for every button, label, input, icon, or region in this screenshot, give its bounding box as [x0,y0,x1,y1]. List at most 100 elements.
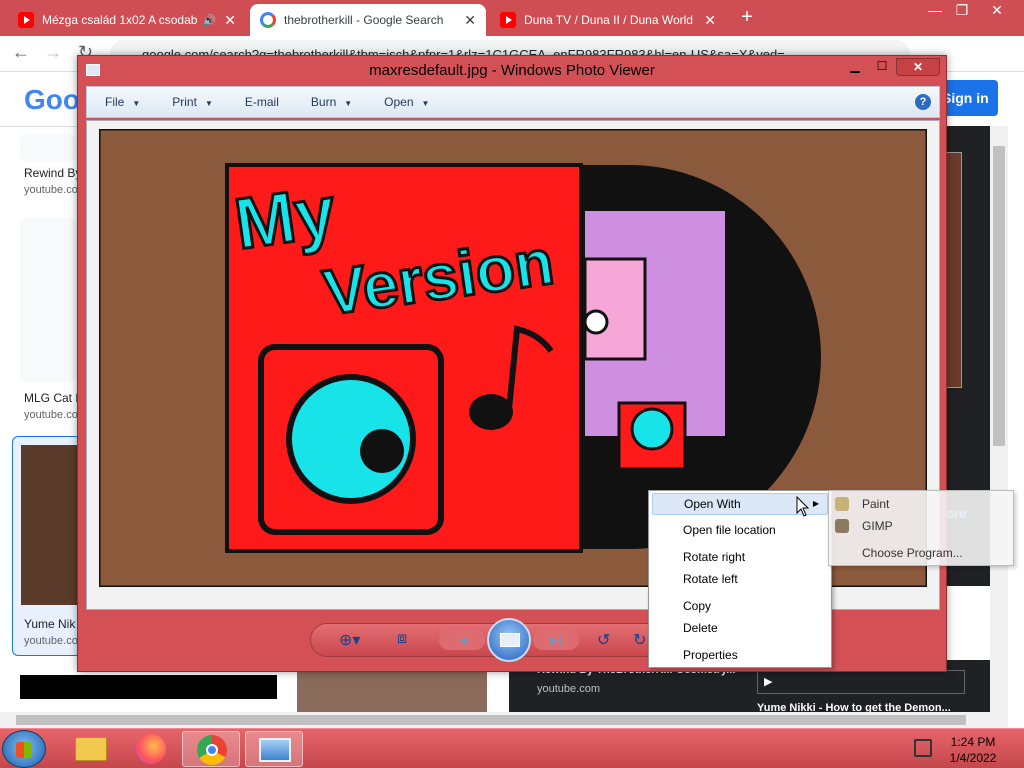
mouse-cursor-icon [796,496,810,517]
chrome-icon [197,735,227,765]
tab-duna-tv[interactable]: Duna TV / Duna II / Duna World ✕ [490,4,726,36]
menu-item-open-file-location[interactable]: Open file location [652,519,828,541]
submenu-item-choose-program[interactable]: Choose Program... [829,542,1013,564]
google-logo[interactable]: Goo [24,84,80,116]
taskbar-app-folder[interactable] [62,731,120,767]
slideshow-icon [500,633,520,647]
forward-icon[interactable]: → [44,42,62,63]
caret-down-icon: ▼ [204,99,213,108]
result-source: youtube.co [24,409,78,421]
result-thumbnail[interactable] [20,134,76,162]
viewer-toolbar: ⊕▾ ⧈ |◀ ▶| ↺ ↻ [310,618,694,662]
tab-title: Mézga család 1x02 A csodab [42,13,198,27]
menu-burn[interactable]: Burn ▼ [293,95,366,109]
menu-open[interactable]: Open ▼ [366,95,443,109]
viewer-menu-bar: File ▼ Print ▼ E-mail Burn ▼ Open ▼ ? [86,86,940,118]
result-thumbnail [21,445,83,605]
submenu-item-gimp[interactable]: GIMP [829,515,1013,537]
video-thumbnail[interactable]: ▶ [757,670,965,694]
menu-print[interactable]: Print ▼ [154,95,227,109]
result-title[interactable]: MLG Cat D [24,391,84,405]
caret-down-icon: ▼ [132,99,141,108]
submenu-arrow-icon: ▶ [812,499,819,508]
result-thumbnail[interactable] [20,218,76,382]
close-window-icon[interactable]: ✕ [982,2,1012,19]
menu-file[interactable]: File ▼ [87,95,154,109]
vertical-scrollbar[interactable] [990,126,1008,712]
result-thumbnail[interactable] [20,675,277,699]
clock-time: 1:24 PM [950,735,996,749]
close-tab-icon[interactable]: ✕ [464,12,476,29]
tab-title: thebrotherkill - Google Search [284,13,444,27]
window-title: maxresdefault.jpg - Windows Photo Viewer [369,62,655,79]
new-tab-button[interactable]: + [733,6,761,30]
slideshow-button[interactable] [487,618,531,662]
menu-email[interactable]: E-mail [227,95,293,109]
image-text-my: My [230,172,340,265]
taskbar-app-firefox[interactable] [122,731,180,767]
minimize-icon[interactable]: — [920,2,950,18]
submenu-label: GIMP [862,519,893,533]
caret-down-icon: ▼ [421,99,430,108]
clock-date: 1/4/2022 [949,751,997,765]
menu-label: Open [384,95,414,109]
photo-viewer-icon [259,738,291,762]
folder-icon [75,737,107,761]
menu-label: Print [172,95,197,109]
taskbar-app-chrome[interactable] [182,731,240,767]
menu-item-rotate-right[interactable]: Rotate right [652,546,828,568]
result-source: youtube.co [24,635,78,647]
submenu-label: Paint [862,497,890,511]
menu-item-properties[interactable]: Properties [652,644,828,666]
menu-item-delete[interactable]: Delete [652,617,828,639]
result-thumbnail[interactable] [297,672,487,712]
network-icon[interactable] [914,739,932,757]
zoom-icon[interactable]: ⊕▾ [339,630,360,650]
scroll-thumb[interactable] [16,715,966,725]
next-button[interactable]: ▶| [533,630,579,650]
paint-icon [835,497,849,511]
close-tab-icon[interactable]: ✕ [704,12,716,29]
maximize-icon[interactable]: ❐ [947,2,977,19]
tab-google-search[interactable]: thebrotherkill - Google Search ✕ [250,4,486,36]
youtube-icon [18,12,34,28]
back-icon[interactable]: ← [12,42,30,63]
tab-mezga-csalad[interactable]: Mézga család 1x02 A csodab 🔊 ✕ [8,4,246,36]
actual-size-icon[interactable]: ⧈ [397,630,407,648]
menu-item-rotate-left[interactable]: Rotate left [652,568,828,590]
previous-button[interactable]: |◀ [439,630,485,650]
menu-label: Burn [310,95,337,109]
gimp-icon [835,519,849,533]
result-title: Yume Nik [24,617,76,631]
horizontal-scrollbar[interactable] [0,712,1008,728]
menu-label: File [105,95,125,109]
menu-item-copy[interactable]: Copy [652,595,828,617]
tab-title: Duna TV / Duna II / Duna World [524,13,693,27]
system-clock[interactable]: 1:24 PM 1/4/2022 [940,734,1006,766]
open-with-submenu: Paint GIMP Choose Program... [828,490,1014,566]
google-icon [260,12,276,28]
taskbar: 1:24 PM 1/4/2022 [0,728,1024,768]
result-source: youtube.co [24,184,78,196]
scroll-thumb[interactable] [993,146,1005,446]
help-icon[interactable]: ? [915,94,931,110]
windows-logo-icon [16,742,32,758]
caret-down-icon: ▼ [344,99,353,108]
speaker-icon[interactable]: 🔊 [203,14,217,27]
maximize-icon[interactable]: ☐ [873,58,891,76]
start-button[interactable] [2,730,46,768]
rotate-right-icon[interactable]: ↻ [633,630,646,650]
close-button[interactable]: ✕ [896,58,940,76]
result-title[interactable]: Rewind By [24,166,81,180]
submenu-item-paint[interactable]: Paint [829,493,1013,515]
taskbar-app-photo-viewer[interactable] [245,731,303,767]
rotate-left-icon[interactable]: ↺ [597,630,610,650]
close-tab-icon[interactable]: ✕ [224,12,236,29]
play-icon: ▶ [764,676,773,688]
youtube-icon [500,12,516,28]
selected-result-card[interactable]: Yume Nik youtube.co [12,436,83,656]
browser-tab-strip: Mézga család 1x02 A csodab 🔊 ✕ thebrothe… [0,0,1024,36]
firefox-icon [136,734,166,764]
minimize-icon[interactable]: ▁ [846,58,864,76]
menu-label: E-mail [244,95,279,109]
